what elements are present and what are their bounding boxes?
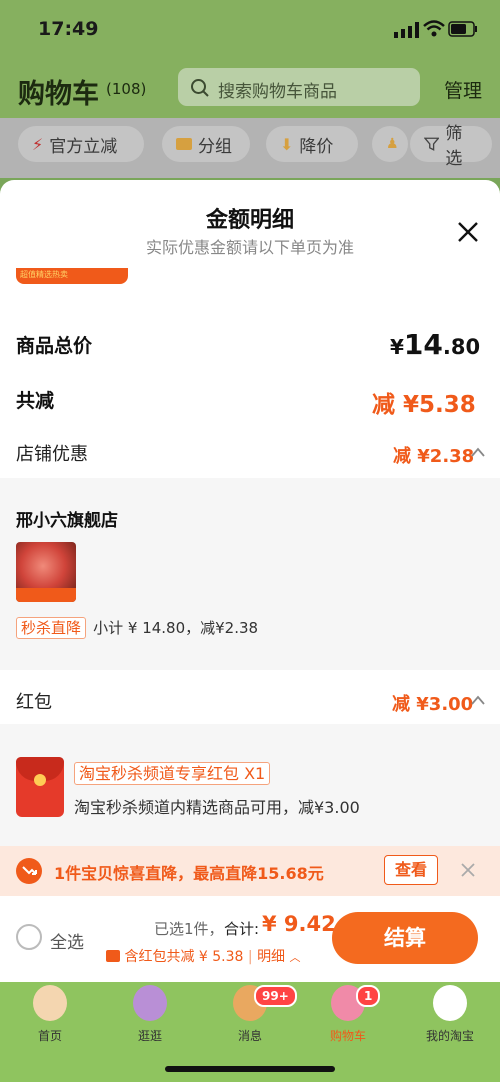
detail-link[interactable]: 明细 bbox=[257, 949, 285, 965]
total-value: ¥ 9.42 bbox=[262, 912, 336, 936]
person-icon: ♟ bbox=[386, 136, 399, 152]
selected-count: 已选1件， bbox=[154, 920, 224, 938]
messages-badge: 99+ bbox=[254, 985, 297, 1007]
filter-official-discount[interactable]: ⚡ 官方立减 bbox=[18, 126, 144, 162]
filter-label: 筛选 bbox=[445, 124, 463, 169]
promo-banner: 超值精选热卖 bbox=[16, 268, 128, 284]
price-int: 14 bbox=[403, 328, 443, 361]
view-button[interactable]: 查看 bbox=[384, 855, 438, 885]
tab-label: 我的淘宝 bbox=[425, 1029, 474, 1043]
arrow-down-icon: ⬇ bbox=[280, 134, 294, 154]
shop-name: 邢小六旗舰店 bbox=[16, 511, 118, 531]
redpacket-label: 红包 bbox=[16, 692, 52, 713]
filter-price-drop[interactable]: ⬇ 降价 bbox=[266, 126, 358, 162]
tab-label: 逛逛 bbox=[137, 1029, 162, 1043]
tab-browse[interactable]: 逛逛 bbox=[110, 985, 190, 1045]
chevron-up-icon[interactable] bbox=[470, 446, 486, 458]
filter-label: 降价 bbox=[299, 136, 334, 157]
redpacket-desc: 淘宝秒杀频道内精选商品可用，减¥3.00 bbox=[74, 798, 360, 817]
tab-my-taobao[interactable]: 我的淘宝 bbox=[410, 985, 490, 1045]
lightning-icon: ⚡ bbox=[32, 134, 44, 154]
battery-icon bbox=[448, 21, 477, 37]
close-icon[interactable] bbox=[458, 860, 478, 880]
product-row: 秒杀直降 小计 ¥ 14.80，减¥2.38 bbox=[16, 617, 259, 639]
manage-button[interactable]: 管理 bbox=[444, 76, 482, 103]
goods-total-value: ¥14.80 bbox=[390, 328, 480, 361]
checkout-button[interactable]: 结算 bbox=[332, 912, 478, 964]
select-all-radio[interactable] bbox=[16, 924, 42, 950]
browse-icon bbox=[133, 985, 167, 1021]
funnel-icon bbox=[424, 137, 440, 151]
shop-discount-value[interactable]: 减 ¥2.38 bbox=[393, 442, 474, 468]
cart-badge: 1 bbox=[356, 985, 381, 1007]
page-title: 购物车 bbox=[18, 79, 99, 110]
status-time: 17:49 bbox=[38, 18, 99, 40]
filter-label: 分组 bbox=[198, 136, 232, 157]
filter-label: 官方立减 bbox=[49, 136, 118, 157]
price-drop-text: 1件宝贝惊喜直降，最高直降15.68元 bbox=[54, 864, 324, 883]
redpacket-value[interactable]: 减 ¥3.00 bbox=[392, 690, 473, 716]
signal-icon bbox=[394, 22, 419, 38]
search-placeholder: 搜索购物车商品 bbox=[218, 82, 337, 102]
goods-total-label: 商品总价 bbox=[16, 335, 93, 357]
product-thumbnail[interactable] bbox=[16, 542, 76, 602]
price-dec: .80 bbox=[442, 335, 481, 359]
tab-label: 首页 bbox=[37, 1029, 62, 1043]
total-reduce-value: 减 ¥5.38 bbox=[372, 392, 476, 418]
sheet-title: 金额明细 bbox=[205, 208, 294, 233]
redpacket-title: 淘宝秒杀频道专享红包 X1 bbox=[74, 762, 271, 785]
discount-summary[interactable]: 含红包共减 ¥ 5.38 | 明细 ︿ bbox=[106, 946, 301, 966]
home-icon bbox=[33, 985, 67, 1021]
chevron-up-icon[interactable] bbox=[470, 694, 486, 706]
product-subtotal: 小计 ¥ 14.80，减¥2.38 bbox=[93, 619, 259, 637]
wifi-icon bbox=[423, 20, 445, 37]
filter-group[interactable]: 分组 bbox=[162, 126, 250, 162]
currency: ¥ bbox=[390, 335, 404, 359]
price-drop-icon bbox=[16, 858, 42, 884]
discount-summary-text: 含红包共减 ¥ 5.38 bbox=[124, 949, 244, 965]
tab-home[interactable]: 首页 bbox=[10, 985, 90, 1045]
shop-discount-label: 店铺优惠 bbox=[16, 444, 88, 465]
profile-icon bbox=[433, 985, 467, 1021]
sheet-subtitle: 实际优惠金额请以下单页为准 bbox=[145, 238, 354, 257]
home-indicator bbox=[165, 1066, 335, 1072]
chevron-up-icon: ︿ bbox=[289, 951, 301, 964]
redpacket-title-row: 淘宝秒杀频道专享红包 X1 bbox=[74, 760, 271, 785]
filter-more[interactable]: ♟ bbox=[372, 126, 408, 162]
search-icon bbox=[191, 79, 209, 97]
flash-sale-tag: 秒杀直降 bbox=[16, 617, 87, 639]
cart-count: (108) bbox=[106, 80, 147, 98]
redpacket-mini-icon bbox=[106, 950, 120, 962]
tab-label: 消息 bbox=[237, 1029, 262, 1043]
folder-icon bbox=[176, 138, 192, 150]
close-icon[interactable] bbox=[456, 220, 480, 244]
tab-label: 购物车 bbox=[329, 1029, 366, 1043]
filter-funnel[interactable]: 筛选 bbox=[410, 124, 492, 169]
redpacket-section bbox=[0, 724, 500, 846]
total-label: 合计: bbox=[224, 920, 260, 938]
select-all-label[interactable]: 全选 bbox=[50, 928, 84, 953]
redpacket-icon bbox=[16, 757, 64, 817]
total-reduce-label: 共减 bbox=[16, 390, 55, 412]
